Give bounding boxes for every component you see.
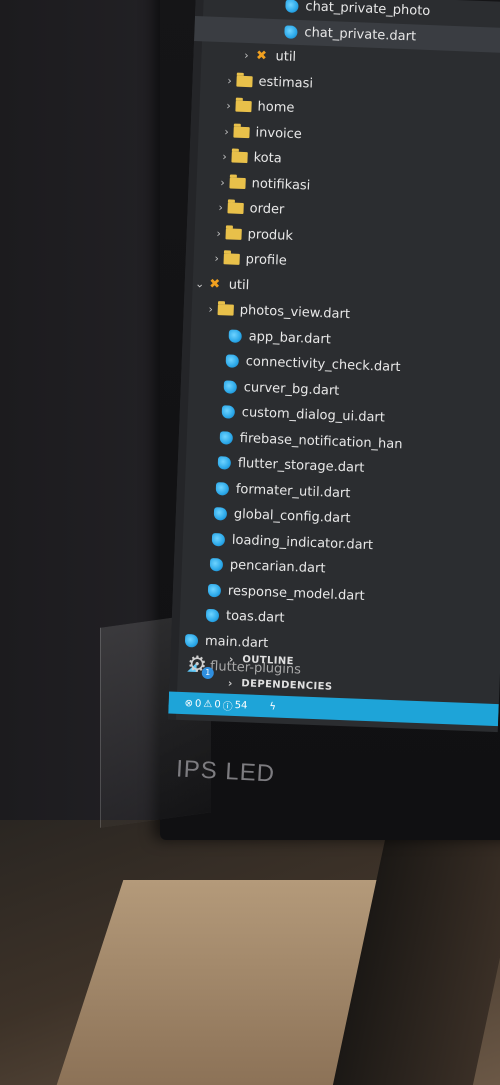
dart-file-icon <box>225 354 240 369</box>
folder-icon <box>229 177 246 189</box>
folder-icon <box>231 151 248 164</box>
tree-item-label: chat_private.dart <box>304 24 417 45</box>
dart-file-icon <box>184 633 199 648</box>
dart-file-icon <box>223 380 238 394</box>
dart-file-icon <box>221 405 236 420</box>
chevron-right-icon[interactable]: › <box>209 252 223 266</box>
dependencies-label: DEPENDENCIES <box>241 677 333 693</box>
dart-file-icon <box>209 558 224 572</box>
tree-item-label: order <box>249 201 285 218</box>
tree-item-label: flutter_storage.dart <box>237 456 365 477</box>
tree-item-label: toas.dart <box>225 608 285 627</box>
dart-file-icon <box>213 507 228 521</box>
error-count[interactable]: 0 <box>195 698 202 709</box>
tree-item-label: response_model.dart <box>227 583 365 604</box>
chevron-right-icon[interactable]: › <box>211 227 225 241</box>
explorer-tree: chat_private_photo chat_private.dart › ✖ uti… <box>170 0 500 691</box>
warning-icon[interactable]: ⚠ <box>203 698 212 709</box>
tools-folder-icon: ✖ <box>255 48 268 65</box>
chevron-right-icon[interactable]: › <box>215 176 229 190</box>
tree-item-label: custom_dialog_ui.dart <box>241 405 386 426</box>
tree-item-label: global_config.dart <box>233 507 351 527</box>
dart-file-icon <box>228 329 242 343</box>
tree-item-label: estimasi <box>258 74 314 92</box>
folder-icon <box>235 100 252 113</box>
outline-label: OUTLINE <box>242 653 295 667</box>
dart-file-icon <box>207 583 222 598</box>
chevron-right-icon[interactable]: › <box>203 303 217 317</box>
tree-item-label: chat_private_photo <box>305 0 431 20</box>
chevron-right-icon[interactable]: › <box>219 125 233 139</box>
warning-count[interactable]: 0 <box>214 699 221 710</box>
tree-item-label: app_bar.dart <box>248 329 332 348</box>
tools-folder-icon: ✖ <box>208 276 221 292</box>
chevron-right-icon[interactable]: › <box>213 201 227 215</box>
monitor-brand-label: IPS LED <box>175 755 276 788</box>
dart-file-icon <box>215 481 230 496</box>
lightning-icon[interactable]: ϟ <box>269 701 276 712</box>
dart-file-icon <box>205 609 220 623</box>
chevron-right-icon[interactable]: › <box>217 150 231 164</box>
chevron-right-icon[interactable]: › <box>221 99 235 113</box>
dart-file-icon <box>217 456 232 470</box>
chevron-right-icon[interactable]: › <box>239 49 253 63</box>
folder-icon <box>225 228 242 240</box>
tree-item-label: photos_view.dart <box>239 303 351 323</box>
error-icon[interactable]: ⊗ <box>184 698 193 709</box>
folder-icon <box>223 253 240 266</box>
info-count[interactable]: 54 <box>234 700 247 711</box>
folder-icon <box>236 75 253 87</box>
folder-icon <box>233 126 250 138</box>
tree-item-label: notifikasi <box>251 176 311 194</box>
chevron-right-icon[interactable]: › <box>222 74 236 88</box>
tree-item-label: invoice <box>255 125 303 142</box>
tree-item-label: curver_bg.dart <box>243 379 340 399</box>
tree-item-label: pencarian.dart <box>229 557 326 577</box>
tree-item-label: produk <box>247 226 294 244</box>
dart-file-icon <box>219 430 234 445</box>
tree-item-label: loading_indicator.dart <box>231 532 374 553</box>
folder-icon <box>217 304 234 316</box>
tree-item-label: profile <box>245 252 288 269</box>
photo-scene: IPS LED chat_private_photo chat_private.d… <box>0 0 500 1085</box>
dart-file-icon <box>211 532 226 547</box>
chevron-right-icon: › <box>228 652 235 666</box>
tree-item-label: firebase_notification_han <box>239 430 403 453</box>
monitor-screen: chat_private_photo chat_private.dart › ✖ uti… <box>167 0 500 733</box>
tree-item-label: connectivity_check.dart <box>245 354 401 376</box>
tree-item-label: util <box>275 49 297 66</box>
folder-icon <box>227 202 244 215</box>
chevron-right-icon: › <box>227 676 234 690</box>
tree-item-label: kota <box>253 150 282 167</box>
dart-file-icon <box>284 25 298 39</box>
tree-item-label: formater_util.dart <box>235 481 351 502</box>
tree-item-label: home <box>257 99 295 117</box>
tree-item-label: util <box>228 277 250 294</box>
dart-file-icon <box>285 0 299 14</box>
info-icon[interactable]: ⓘ <box>222 697 233 712</box>
chevron-down-icon[interactable]: ⌄ <box>192 277 206 291</box>
